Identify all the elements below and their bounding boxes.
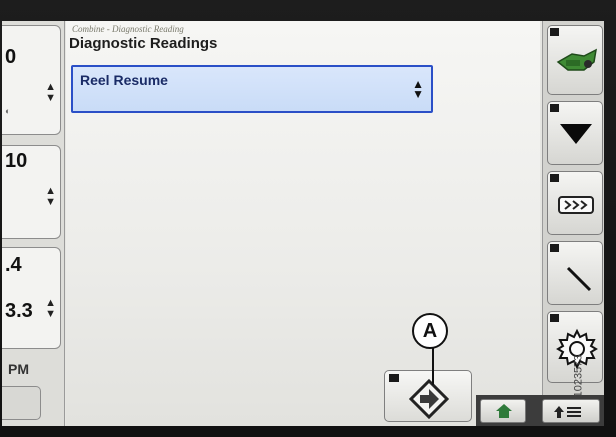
home-icon	[496, 404, 512, 418]
bottom-nav-bar	[476, 395, 604, 426]
main-panel: Combine - Diagnostic Reading Diagnostic …	[66, 21, 540, 426]
button-tag-icon	[550, 28, 559, 36]
small-icon: ◐	[5, 106, 11, 116]
figure-id-text: 1023573	[572, 354, 585, 398]
up-menu-icon	[554, 406, 581, 418]
button-tag-icon	[550, 314, 559, 322]
page-title: Diagnostic Readings	[69, 35, 218, 52]
up-down-arrow-icon: ▲ ▼	[45, 81, 56, 104]
left-readout-panel: 0 ▲ ▼ ◐ 10 ▲ ▼ .4 3.3 ▲ ▼ PM	[2, 21, 65, 426]
left-bottom-button[interactable]	[2, 386, 41, 420]
readout-box-3[interactable]: .4 3.3 ▲ ▼	[2, 247, 61, 349]
left-footer-label: PM	[8, 361, 29, 377]
breadcrumb: Combine - Diagnostic Reading	[72, 24, 184, 34]
callout-label: A	[412, 313, 448, 349]
down-arrow-icon	[560, 124, 592, 144]
button-tag-icon	[550, 174, 559, 182]
wrench-icon	[566, 266, 592, 292]
readout-value: 10	[5, 150, 28, 172]
readout-box-1[interactable]: 0 ▲ ▼ ◐	[2, 25, 61, 135]
readout-value: 0	[5, 46, 17, 68]
dropdown-selected-value: Reel Resume	[80, 72, 168, 88]
conveyor-icon	[558, 196, 594, 214]
up-down-arrow-icon: ▲ ▼	[412, 77, 424, 101]
conveyor-button[interactable]	[547, 171, 603, 235]
readout-value: .4	[5, 254, 22, 276]
button-tag-icon	[550, 104, 559, 112]
figure-id: 1023573	[572, 330, 615, 430]
up-down-arrow-icon: ▲ ▼	[45, 185, 56, 208]
display-screen: 0 ▲ ▼ ◐ 10 ▲ ▼ .4 3.3 ▲ ▼ PM Combine - Diag…	[2, 21, 604, 426]
confirm-button[interactable]	[384, 370, 472, 422]
button-tag-icon	[389, 374, 399, 382]
up-down-arrow-icon: ▲ ▼	[45, 297, 56, 320]
header-tool-button[interactable]	[547, 25, 603, 95]
readout-value-2: 3.3	[5, 300, 33, 322]
combine-header-icon	[556, 48, 597, 71]
wrench-button[interactable]	[547, 241, 603, 305]
confirm-arrow-icon	[409, 379, 449, 419]
down-button[interactable]	[547, 101, 603, 165]
readout-box-2[interactable]: 10 ▲ ▼	[2, 145, 61, 239]
button-tag-icon	[550, 244, 559, 252]
home-button[interactable]	[480, 399, 526, 423]
diagnostic-select-dropdown[interactable]: Reel Resume ▲ ▼	[71, 65, 433, 113]
